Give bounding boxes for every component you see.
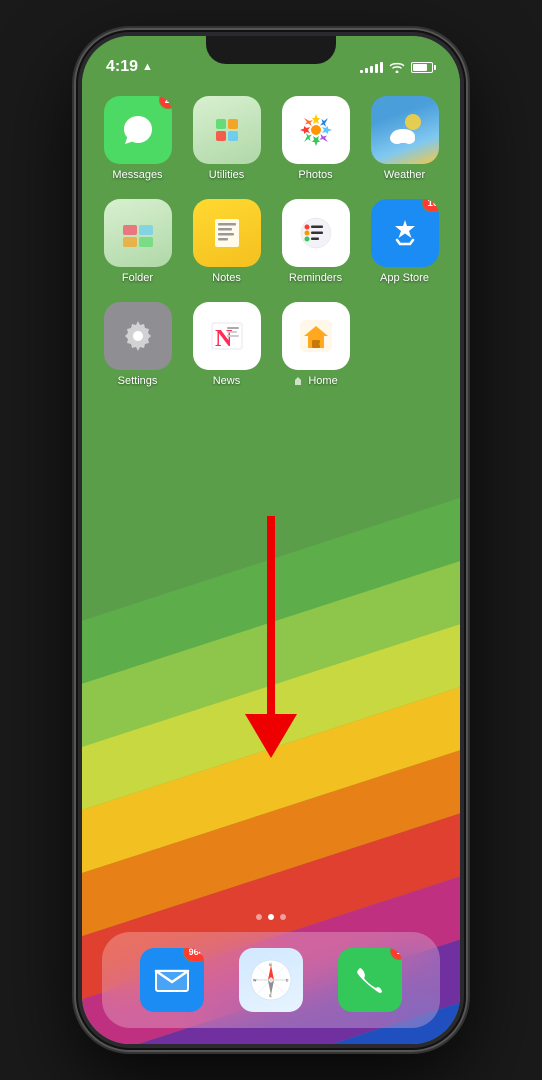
app-home-label: Home [293,375,337,387]
status-time: 4:19 ▲ [106,58,153,76]
signal-icon [360,61,383,73]
app-reminders-label: Reminders [289,272,342,284]
dock-safari[interactable]: N S E W [239,948,303,1012]
app-appstore[interactable]: 10 App Store [369,199,440,284]
app-appstore-label: App Store [380,272,429,284]
app-folder[interactable]: Folder [102,199,173,284]
phone-badge: 1 [390,948,402,960]
app-photos-label: Photos [298,169,332,181]
dock-mail[interactable]: 964 [140,948,204,1012]
location-icon: ▲ [142,61,153,73]
page-dot-3 [280,914,286,920]
app-messages-label: Messages [112,169,162,181]
app-weather[interactable]: Weather [369,96,440,181]
arrow-indicator [245,516,297,758]
wifi-icon [389,61,405,73]
notch [206,36,336,64]
messages-badge: 2 [159,96,172,109]
app-news[interactable]: N News [191,302,262,387]
battery-icon [411,62,436,73]
app-reminders[interactable]: Reminders [280,199,351,284]
app-home[interactable]: Home [280,302,351,387]
app-weather-label: Weather [384,169,425,181]
app-settings[interactable]: Settings [102,302,173,387]
app-utilities-label: Utilities [209,169,244,181]
page-dot-1 [256,914,262,920]
app-grid: 2 Messages Utilities [102,96,440,387]
app-settings-label: Settings [118,375,158,387]
page-dot-2 [268,914,274,920]
app-utilities[interactable]: Utilities [191,96,262,181]
dock-phone[interactable]: 1 [338,948,402,1012]
app-news-label: News [213,375,241,387]
app-messages[interactable]: 2 Messages [102,96,173,181]
svg-text:N: N [215,326,233,352]
status-icons [360,61,436,73]
page-dots [82,914,460,920]
dock: 964 [102,932,440,1028]
phone-frame: 4:19 ▲ [76,30,466,1050]
app-photos[interactable]: Photos [280,96,351,181]
phone-screen: 4:19 ▲ [82,36,460,1044]
appstore-badge: 10 [422,199,438,212]
app-notes[interactable]: Notes [191,199,262,284]
app-folder-label: Folder [122,272,153,284]
app-notes-label: Notes [212,272,241,284]
